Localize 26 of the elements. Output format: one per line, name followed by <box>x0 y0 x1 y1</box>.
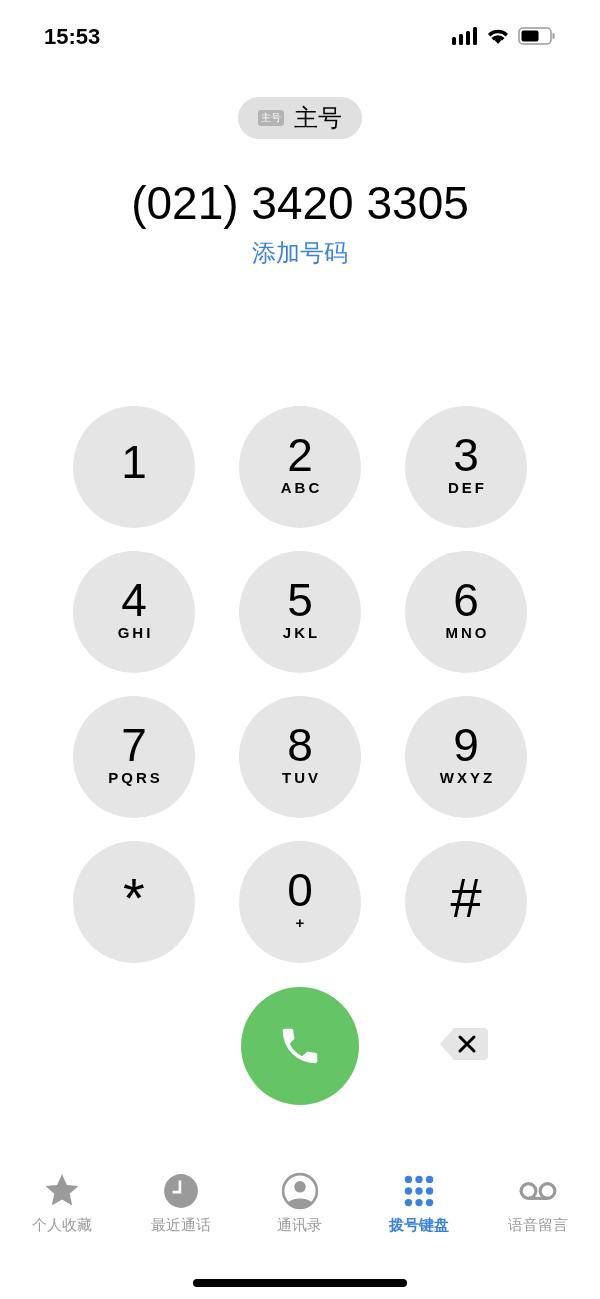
signal-icon <box>452 27 478 45</box>
keypad-key[interactable]: 0 + <box>239 841 361 963</box>
keypad-key[interactable]: 4 GHI <box>73 551 195 673</box>
keypad-key[interactable]: 9 WXYZ <box>405 696 527 818</box>
keypad-key[interactable]: 1 <box>73 406 195 528</box>
number-label: 主号 <box>294 103 342 133</box>
keypad-key[interactable]: 7 PQRS <box>73 696 195 818</box>
number-label-pill[interactable]: 主号 主号 <box>238 97 362 139</box>
wifi-icon <box>486 27 510 45</box>
dialed-number: (021) 3420 3305 <box>131 176 469 231</box>
keypad-key[interactable]: 8 TUV <box>239 696 361 818</box>
keypad-key[interactable]: # <box>405 841 527 963</box>
backspace-icon <box>440 1027 488 1061</box>
status-time: 15:53 <box>44 22 101 51</box>
person-icon <box>280 1172 319 1210</box>
keypad-key[interactable]: 6 MNO <box>405 551 527 673</box>
keypad-key[interactable]: 3 DEF <box>405 406 527 528</box>
keypad-key[interactable]: * <box>73 841 195 963</box>
battery-icon <box>518 27 556 45</box>
keypad-key[interactable]: 5 JKL <box>239 551 361 673</box>
clock-icon <box>161 1172 200 1210</box>
number-label-badge: 主号 <box>258 110 284 126</box>
delete-button[interactable] <box>440 1027 488 1061</box>
tab-bar-item[interactable]: 拨号键盘 <box>364 1171 475 1237</box>
keypad-key[interactable]: 2 ABC <box>239 406 361 528</box>
add-number-link[interactable]: 添加号码 <box>252 235 348 271</box>
